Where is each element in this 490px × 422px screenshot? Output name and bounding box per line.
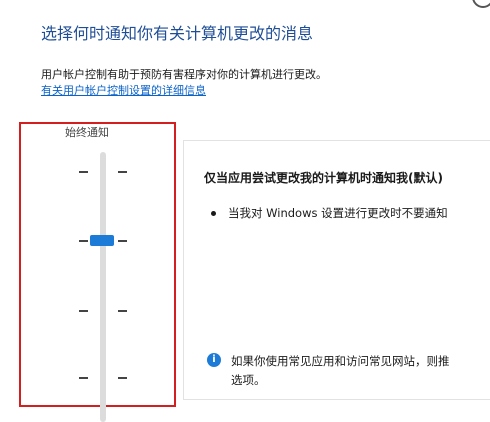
notification-level-slider-panel: 始终通知 [19, 122, 176, 422]
slider-track[interactable] [100, 152, 106, 422]
slider-tick-left [79, 240, 88, 242]
slider-tick-right [118, 377, 127, 379]
bullet-icon [211, 211, 216, 216]
slider-thumb[interactable] [90, 235, 114, 246]
slider-top-label: 始终通知 [65, 126, 109, 139]
bullet-text: 当我对 Windows 设置进行更改时不要通知 [228, 206, 448, 220]
slider-tick-left [79, 310, 88, 312]
level-bullet: 当我对 Windows 设置进行更改时不要通知 [211, 205, 448, 221]
slider-tick-right [118, 240, 127, 242]
uac-settings-info-link[interactable]: 有关用户帐户控制设置的详细信息 [41, 82, 206, 98]
page-description: 用户帐户控制有助于预防有害程序对你的计算机进行更改。 [41, 68, 327, 81]
level-description-panel: 仅当应用尝试更改我的计算机时通知我(默认) 当我对 Windows 设置进行更改… [183, 140, 490, 400]
recommendation-note: 如果你使用常见应用和访问常见网站，则推 选项。 [231, 352, 450, 390]
help-icon[interactable] [472, 0, 490, 8]
note-line-2: 选项。 [231, 373, 266, 387]
note-line-1: 如果你使用常见应用和访问常见网站，则推 [231, 354, 450, 368]
level-heading: 仅当应用尝试更改我的计算机时通知我(默认) [204, 171, 443, 185]
slider-tick-right [118, 171, 127, 173]
info-icon: i [207, 353, 221, 367]
slider-tick-right [118, 310, 127, 312]
page-title: 选择何时通知你有关计算机更改的消息 [41, 24, 314, 43]
slider-tick-left [79, 171, 88, 173]
slider-tick-left [79, 377, 88, 379]
